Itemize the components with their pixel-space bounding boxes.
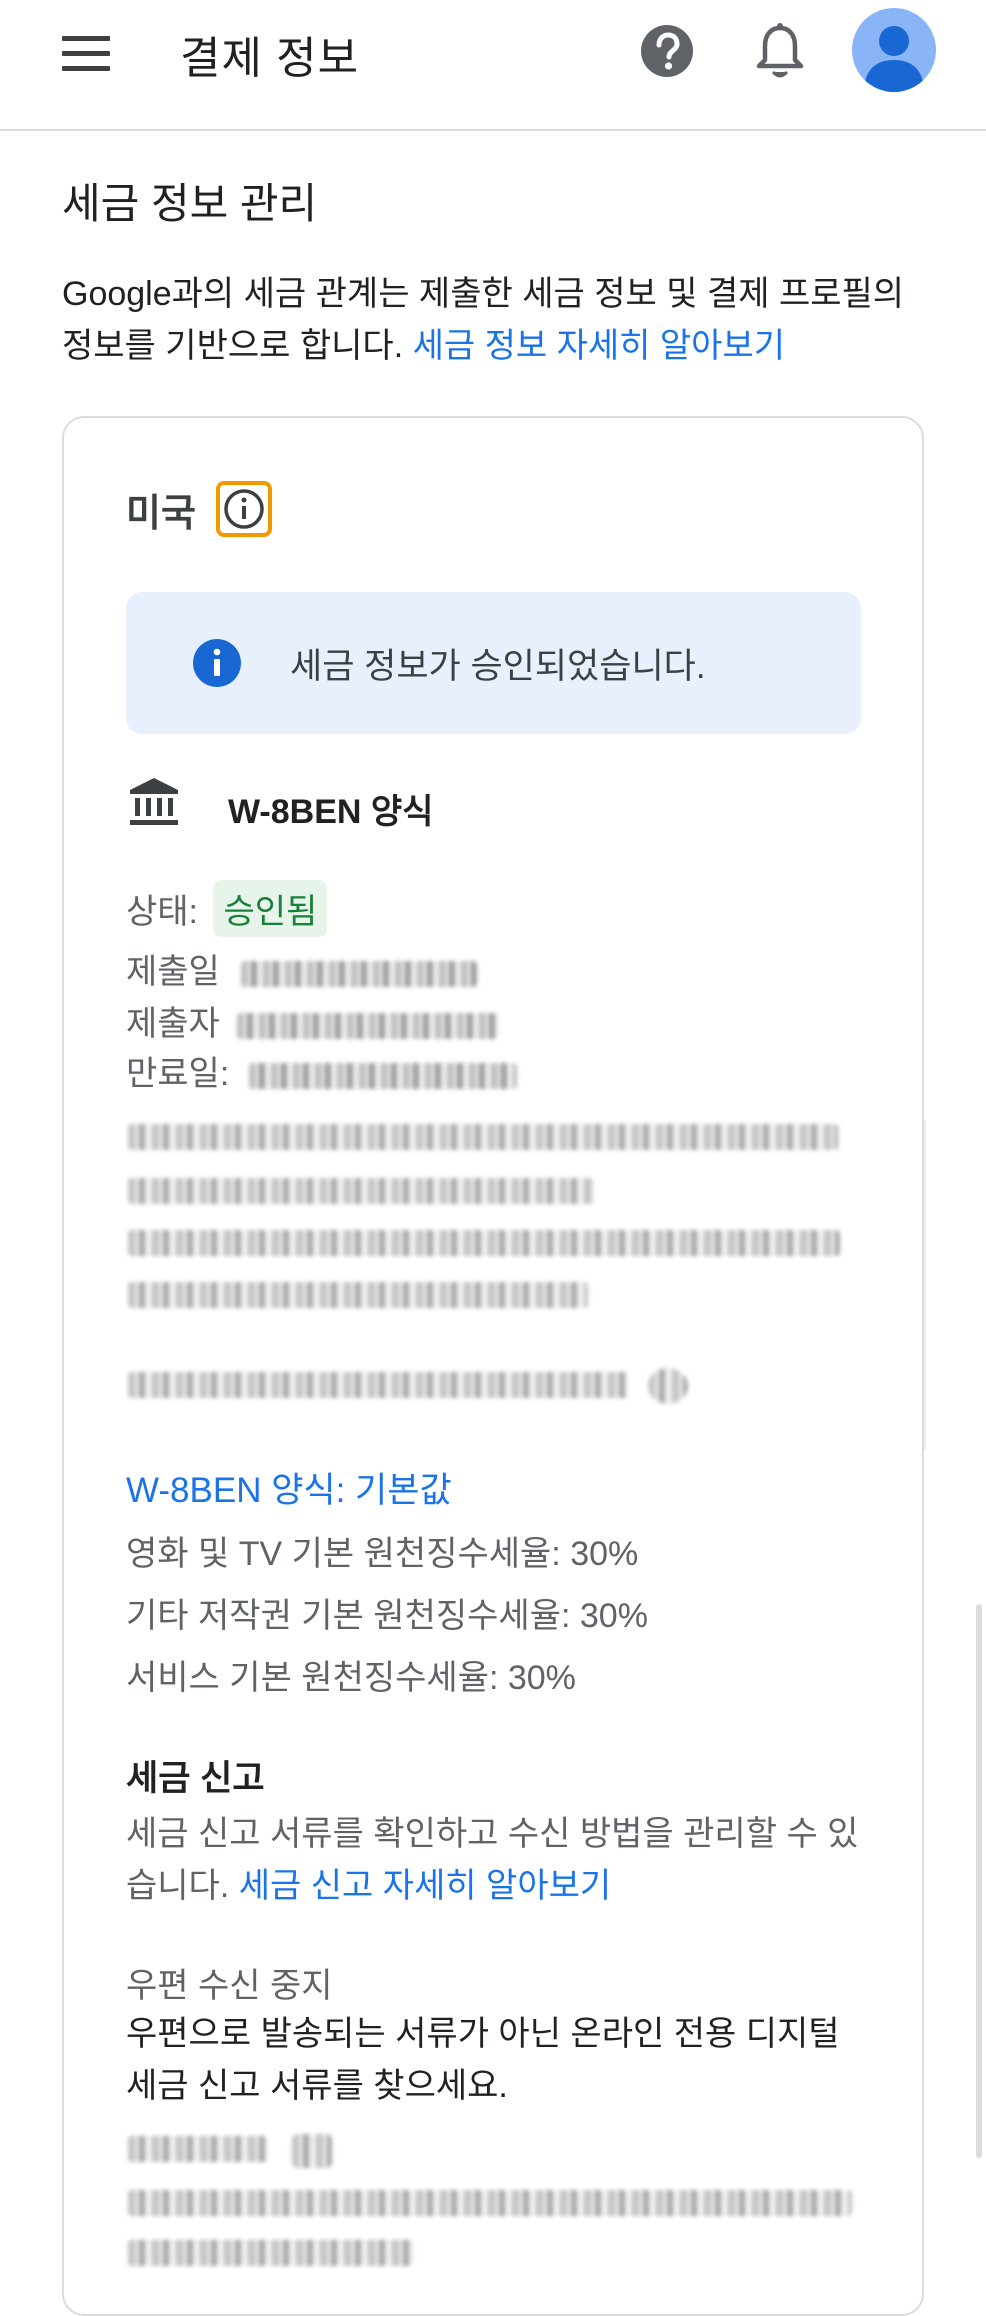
country-label: 미국	[126, 493, 196, 535]
redacted-info-icon	[648, 1368, 688, 1404]
redacted-address-line	[128, 1178, 594, 1204]
menu-icon[interactable]	[62, 34, 110, 74]
redacted-treaty-line	[128, 1372, 628, 1398]
status-row: 상태: 승인됨	[126, 880, 328, 937]
approval-banner: 세금 정보가 승인되었습니다.	[126, 592, 861, 734]
submitted-date-row: 제출일	[126, 944, 478, 993]
tax-filing-heading: 세금 신고	[126, 1759, 265, 1798]
mail-stop-label: 우편 수신 중지	[126, 1967, 333, 2005]
tax-info-learn-more-link[interactable]: 세금 정보 자세히 알아보기	[413, 327, 785, 365]
redacted-copy-icon	[292, 2134, 332, 2168]
submitter-row: 제출자	[126, 996, 500, 1045]
expiry-label: 만료일:	[126, 1055, 230, 1093]
page-title: 결제 정보	[180, 34, 360, 83]
redacted-address-line	[128, 1282, 588, 1308]
redacted-address-line	[128, 1230, 840, 1256]
info-icon	[193, 639, 241, 687]
redacted-address-line	[128, 1124, 838, 1150]
mail-stop-text: 우편으로 발송되는 서류가 아닌 온라인 전용 디지털 세금 신고 서류를 찾으…	[126, 2015, 840, 2105]
tax-filing-learn-more-link[interactable]: 세금 신고 자세히 알아보기	[239, 1867, 611, 1905]
withholding-rate-copyright: 기타 저작권 기본 원천징수세율: 30%	[126, 1597, 648, 1635]
withholding-rate-film-tv: 영화 및 TV 기본 원천징수세율: 30%	[126, 1535, 639, 1573]
form-title: W-8BEN 양식	[228, 793, 434, 831]
withholding-rate-services: 서비스 기본 원천징수세율: 30%	[126, 1659, 576, 1697]
status-badge: 승인됨	[213, 880, 328, 937]
page-scrollbar[interactable]	[976, 1604, 982, 2158]
help-icon[interactable]	[640, 24, 694, 78]
account-avatar[interactable]	[852, 8, 936, 92]
submitted-label: 제출일	[126, 953, 220, 991]
status-label: 상태:	[126, 893, 199, 931]
redacted-address-line	[128, 2190, 852, 2216]
redacted-value	[241, 961, 478, 988]
bank-icon	[130, 778, 178, 825]
country-info-button[interactable]	[216, 481, 272, 537]
info-outline-icon	[224, 489, 264, 529]
w8ben-defaults-link[interactable]: W-8BEN 양식: 기본값	[126, 1462, 452, 1513]
notifications-icon[interactable]	[752, 22, 808, 82]
intro-text: Google과의 세금 관계는 제출한 세금 정보 및 결제 프로필의 정보를 …	[62, 268, 932, 372]
redacted-address-line	[128, 2240, 414, 2266]
person-icon	[864, 26, 924, 92]
approval-message: 세금 정보가 승인되었습니다.	[290, 647, 706, 686]
redacted-value	[237, 1013, 500, 1040]
app-bar: 결제 정보	[0, 0, 986, 131]
section-title: 세금 정보 관리	[62, 180, 318, 227]
card-edge	[924, 1120, 926, 1450]
redacted-value	[248, 1063, 517, 1090]
submitter-label: 제출자	[126, 1005, 220, 1043]
expiry-row: 만료일:	[126, 1046, 517, 1095]
redacted-label	[128, 2136, 268, 2162]
tax-filing-text: 세금 신고 서류를 확인하고 수신 방법을 관리할 수 있습니다. 세금 신고 …	[126, 1808, 866, 1912]
